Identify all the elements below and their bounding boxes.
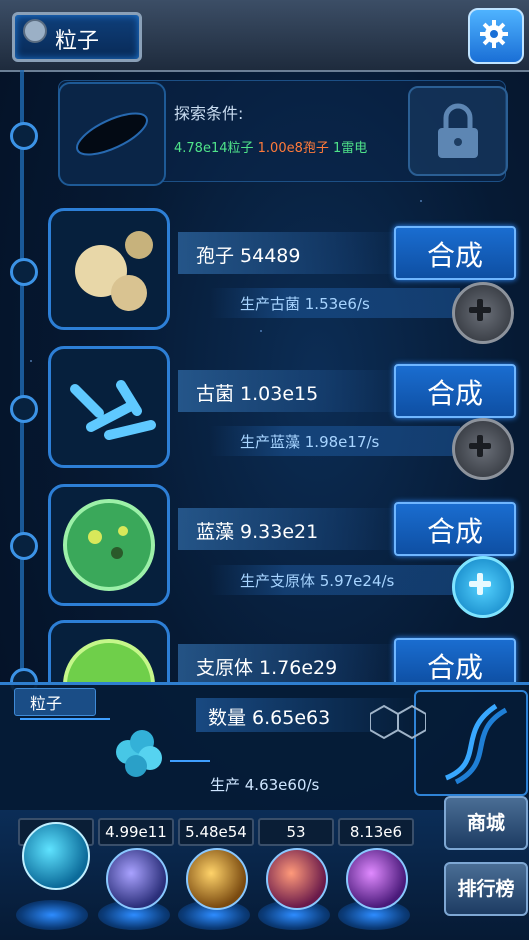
- cost-lightning: 1雷电: [333, 141, 368, 156]
- rail-node: [10, 258, 38, 286]
- unit-name: 孢子 54489: [196, 245, 301, 267]
- upgrade-plus-button[interactable]: [452, 556, 514, 618]
- unit-name: 支原体 1.76e29: [196, 657, 338, 679]
- unit-image-archaea: [48, 346, 170, 468]
- merge-button[interactable]: 合成: [394, 226, 516, 280]
- upgrade-plus-button[interactable]: [452, 282, 514, 344]
- merge-label: 合成: [426, 651, 483, 684]
- explore-label: 探索条件:: [174, 104, 244, 123]
- unit-name: 古菌 1.03e15: [196, 383, 319, 405]
- lock-icon: [438, 103, 478, 158]
- merge-button[interactable]: 合成: [394, 502, 516, 556]
- resource-count-vortex: 8.13e6: [338, 818, 414, 846]
- bacillus-silhouette-icon: [76, 112, 148, 156]
- particle-cluster-icon: [116, 730, 162, 777]
- explore-lock-button[interactable]: [408, 86, 508, 176]
- plus-icon-bar: [477, 299, 483, 321]
- upgrade-plus-button[interactable]: [452, 418, 514, 480]
- merge-label: 合成: [426, 239, 483, 272]
- title-box: 粒子: [12, 12, 142, 62]
- shop-button[interactable]: 商城: [444, 796, 528, 850]
- cost-particles: 4.78e14粒子: [174, 141, 254, 156]
- page-title: 粒子: [54, 29, 99, 54]
- resource-count-lightning: 4.99e11: [98, 818, 174, 846]
- merge-button[interactable]: 合成: [394, 638, 516, 684]
- explore-costs: 4.78e14粒子 1.00e8孢子 1雷电: [174, 137, 367, 156]
- particle-rate: 生产 4.63e60/s: [210, 776, 320, 794]
- plus-icon-bar: [477, 435, 483, 457]
- merge-label: 合成: [426, 377, 483, 410]
- unit-name: 蓝藻 9.33e21: [196, 521, 319, 543]
- leaderboard-button[interactable]: 排行榜: [444, 862, 528, 916]
- molecule-icon: [370, 704, 426, 740]
- dna-icon: [445, 703, 508, 785]
- rail-lock-node: [10, 122, 38, 150]
- production-text: 生产支原体 5.97e24/s: [240, 572, 395, 590]
- rail-node: [10, 532, 38, 560]
- pedestal: [16, 900, 88, 930]
- spore-icon: [75, 231, 153, 311]
- merge-button[interactable]: 合成: [394, 364, 516, 418]
- dna-frame: [414, 690, 528, 796]
- lightning-orb-button[interactable]: [106, 848, 168, 910]
- plus-icon-bar: [477, 573, 483, 595]
- unit-image-mycoplasma: [48, 620, 170, 685]
- settings-button[interactable]: [468, 8, 524, 64]
- progress-rail: [20, 70, 24, 690]
- circuit-line: [20, 718, 110, 720]
- particle-quantity: 数量 6.65e63: [208, 707, 331, 729]
- resource-count-nebula: 5.48e54: [178, 818, 254, 846]
- unit-image-spore: [48, 208, 170, 330]
- rail-node: [10, 395, 38, 423]
- unit-image-cyanobacteria: [48, 484, 170, 606]
- brain-orb-button[interactable]: [266, 848, 328, 910]
- production-text: 生产古菌 1.53e6/s: [240, 295, 370, 313]
- archaea-icon: [70, 380, 156, 440]
- cyanobacteria-icon: [63, 499, 155, 591]
- nebula-orb-button[interactable]: [186, 848, 248, 910]
- merge-label: 合成: [426, 515, 483, 548]
- production-text: 生产蓝藻 1.98e17/s: [240, 433, 380, 451]
- cost-spores: 1.00e8孢子: [257, 141, 329, 156]
- particle-orb-button[interactable]: [22, 822, 90, 890]
- locked-unit-image: [58, 82, 166, 186]
- vortex-orb-button[interactable]: [346, 848, 408, 910]
- particle-tab-label: 粒子: [30, 694, 63, 713]
- resource-count-brain: 53: [258, 818, 334, 846]
- mycoplasma-icon: [63, 639, 155, 685]
- gear-icon: [480, 20, 508, 48]
